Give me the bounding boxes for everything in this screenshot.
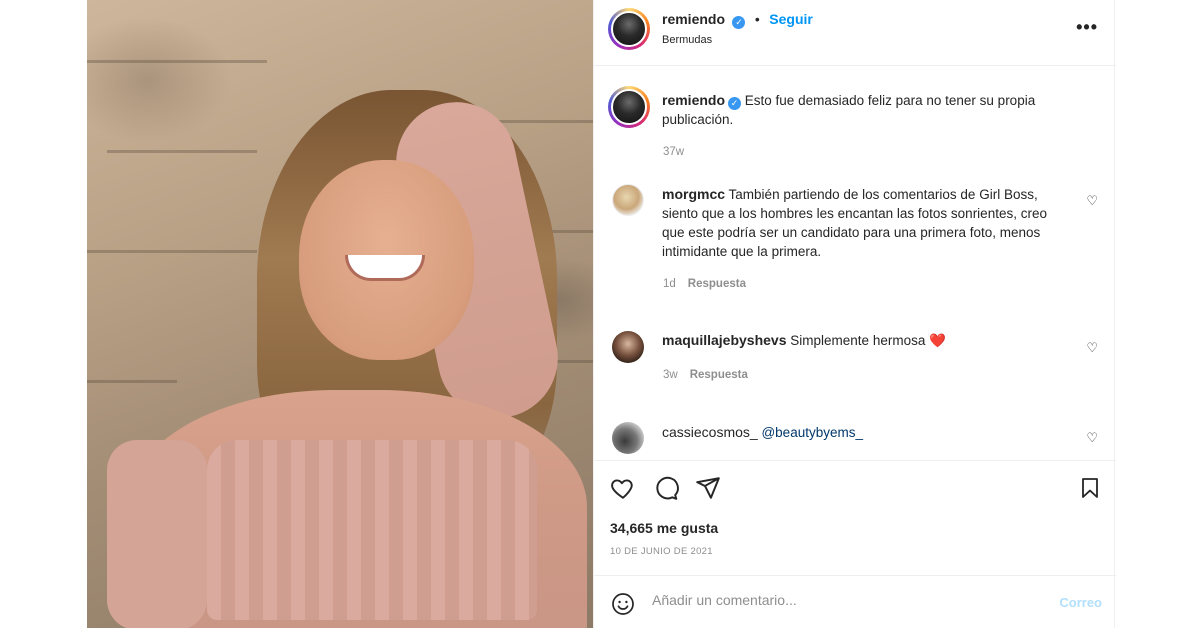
comment-mention-link[interactable]: @beautybyems_ (761, 425, 863, 440)
like-comment-heart-icon[interactable]: ♡ (1086, 340, 1098, 356)
like-heart-icon[interactable] (610, 475, 636, 501)
verified-badge-icon: ✓ (732, 16, 746, 29)
likes-count[interactable]: 34,665 me gusta (610, 520, 718, 536)
like-comment-heart-icon[interactable]: ♡ (1086, 193, 1098, 209)
comment-avatar[interactable] (612, 422, 644, 454)
comment-username[interactable]: cassiecosmos_ (662, 424, 758, 440)
comment-username[interactable]: maquillajebyshevs (662, 332, 787, 348)
separator-dot: • (754, 11, 760, 27)
share-send-icon[interactable] (695, 475, 721, 501)
post-actions: 34,665 me gusta 10 DE JUNIO DE 2021 Corr… (594, 460, 1116, 628)
comment-text: Simplemente hermosa (790, 333, 926, 348)
like-comment-heart-icon[interactable]: ♡ (1086, 430, 1098, 446)
caption-avatar[interactable] (608, 86, 650, 128)
stone-seam (87, 380, 177, 383)
follow-button[interactable]: Seguir (769, 11, 813, 27)
comment-item: maquillajebyshevs Simplemente hermosa ❤️ (662, 331, 1057, 350)
photo-top (207, 440, 537, 620)
post-location[interactable]: Bermudas (662, 34, 712, 46)
author-username[interactable]: remiendo (662, 11, 725, 27)
verified-badge-icon: ✓ (728, 97, 742, 110)
stone-seam (87, 60, 267, 63)
heart-emoji-icon: ❤️ (929, 333, 946, 348)
stone-seam (87, 250, 257, 253)
comment-item: cassiecosmos_ @beautybyems_ (662, 423, 1057, 442)
caption-username[interactable]: remiendo (662, 92, 725, 108)
caption-time[interactable]: 37w (663, 146, 684, 158)
post-photo[interactable] (87, 0, 593, 628)
comment-time[interactable]: 1d (663, 278, 676, 290)
author-line: remiendo ✓ • Seguir (662, 11, 813, 29)
add-comment-bar: Correo (594, 575, 1116, 628)
emoji-smiley-icon[interactable] (611, 592, 635, 616)
bookmark-save-icon[interactable] (1078, 475, 1102, 501)
more-icon[interactable]: ••• (1076, 17, 1098, 38)
comment-input[interactable] (652, 592, 1032, 608)
post-date[interactable]: 10 DE JUNIO DE 2021 (610, 546, 713, 557)
comment-username[interactable]: morgmcc (662, 186, 725, 202)
reply-button[interactable]: Respuesta (690, 369, 748, 381)
caption: remiendo ✓ Esto fue demasiado feliz para … (662, 91, 1072, 129)
comment-avatar[interactable] (612, 331, 644, 363)
comment-item: morgmcc También partiendo de los comenta… (662, 185, 1057, 261)
post-comment-button[interactable]: Correo (1059, 595, 1102, 610)
comment-meta: 1d Respuesta (663, 278, 746, 290)
comment-meta: 3w Respuesta (663, 369, 748, 381)
stone-seam (107, 150, 257, 153)
comment-bubble-icon[interactable] (653, 475, 679, 501)
author-avatar[interactable] (608, 8, 650, 50)
comment-avatar[interactable] (612, 184, 644, 216)
photo-sleeve (107, 440, 207, 628)
post-header: remiendo ✓ • Seguir Bermudas ••• (594, 0, 1116, 66)
reply-button[interactable]: Respuesta (688, 278, 746, 290)
post-sidebar: remiendo ✓ • Seguir Bermudas ••• remiend… (593, 0, 1116, 628)
comment-time[interactable]: 3w (663, 369, 678, 381)
